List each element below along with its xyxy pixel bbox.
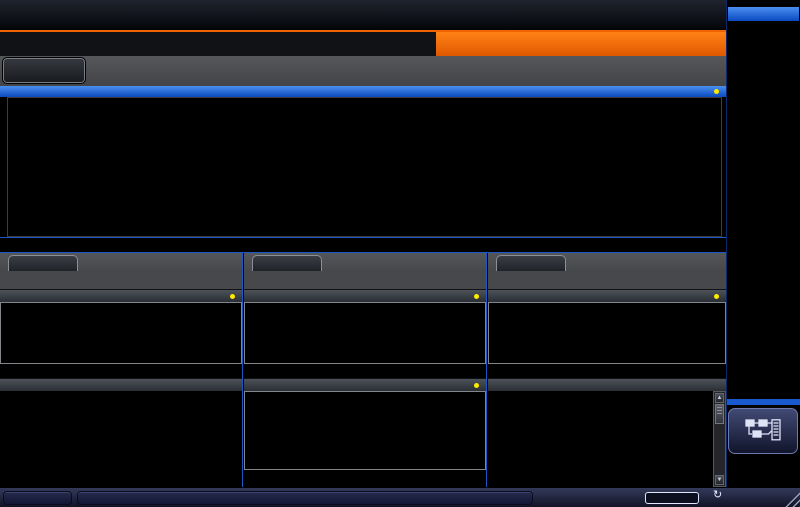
softkey-menu-title	[728, 7, 799, 21]
softkey-divider	[727, 399, 800, 405]
vsa2-panel	[244, 253, 486, 487]
status-field-1	[3, 491, 72, 505]
result-summary-title	[0, 378, 242, 391]
symbols-window: ▲ ▼	[488, 391, 726, 487]
symbols-scrollbar[interactable]: ▲ ▼	[713, 391, 726, 487]
vsa3-window-a-title	[488, 289, 726, 302]
channel-settings-bar	[0, 56, 726, 86]
status-bar: ↻	[0, 487, 800, 507]
spectrum-window	[0, 86, 726, 253]
measurement-progress-bar	[645, 492, 699, 504]
tab-bar	[0, 30, 726, 56]
scroll-up-icon[interactable]: ▲	[715, 393, 724, 403]
toolbar	[0, 0, 726, 30]
status-field-2	[77, 491, 533, 505]
vsa1-constellation-plot	[0, 302, 242, 364]
vsa1-window-a-title	[0, 289, 242, 302]
vsa1-panel	[0, 253, 242, 487]
vector-axis-range	[244, 470, 486, 484]
spectrum-plot	[7, 97, 722, 237]
vsa3-panel: ▲ ▼	[488, 253, 726, 487]
vector-iq-plot	[244, 391, 486, 470]
softkey-sidebar	[727, 0, 800, 487]
panel-separator	[242, 253, 244, 487]
ext-ref-indicator: ↻	[712, 490, 722, 501]
mode-banner-background	[436, 32, 726, 56]
vsa2-real-plot	[244, 302, 486, 364]
trace-legend[interactable]	[714, 89, 722, 94]
overview-flow-icon	[745, 419, 781, 441]
vsa3-constellation-plot	[488, 302, 726, 364]
vsa3-axis-range	[488, 364, 726, 378]
spectrum-scale-bar	[0, 237, 726, 253]
result-summary-window	[0, 391, 242, 487]
resize-grip	[782, 489, 800, 507]
spectrum-title-bar	[0, 86, 726, 97]
vsa2-window-a-title	[244, 289, 486, 302]
vsa2-tab[interactable]	[252, 255, 322, 271]
vsa1-tab[interactable]	[8, 255, 78, 271]
vector-window	[244, 391, 486, 487]
scrollbar-thumb[interactable]	[715, 404, 724, 424]
scroll-down-icon[interactable]: ▼	[715, 475, 724, 485]
trace-color-dot	[714, 89, 719, 94]
vsa3-tab[interactable]	[496, 255, 566, 271]
symbols-window-title	[488, 378, 726, 391]
vsa2-axis-range	[244, 364, 486, 378]
panel-separator	[486, 253, 488, 487]
overview-button[interactable]	[728, 408, 798, 454]
ref-sync-icon: ↻	[713, 490, 722, 501]
app-screen: ▲ ▼ ↻	[0, 0, 800, 507]
vsa1-axis-range	[0, 364, 242, 378]
vector-window-title	[244, 378, 486, 391]
